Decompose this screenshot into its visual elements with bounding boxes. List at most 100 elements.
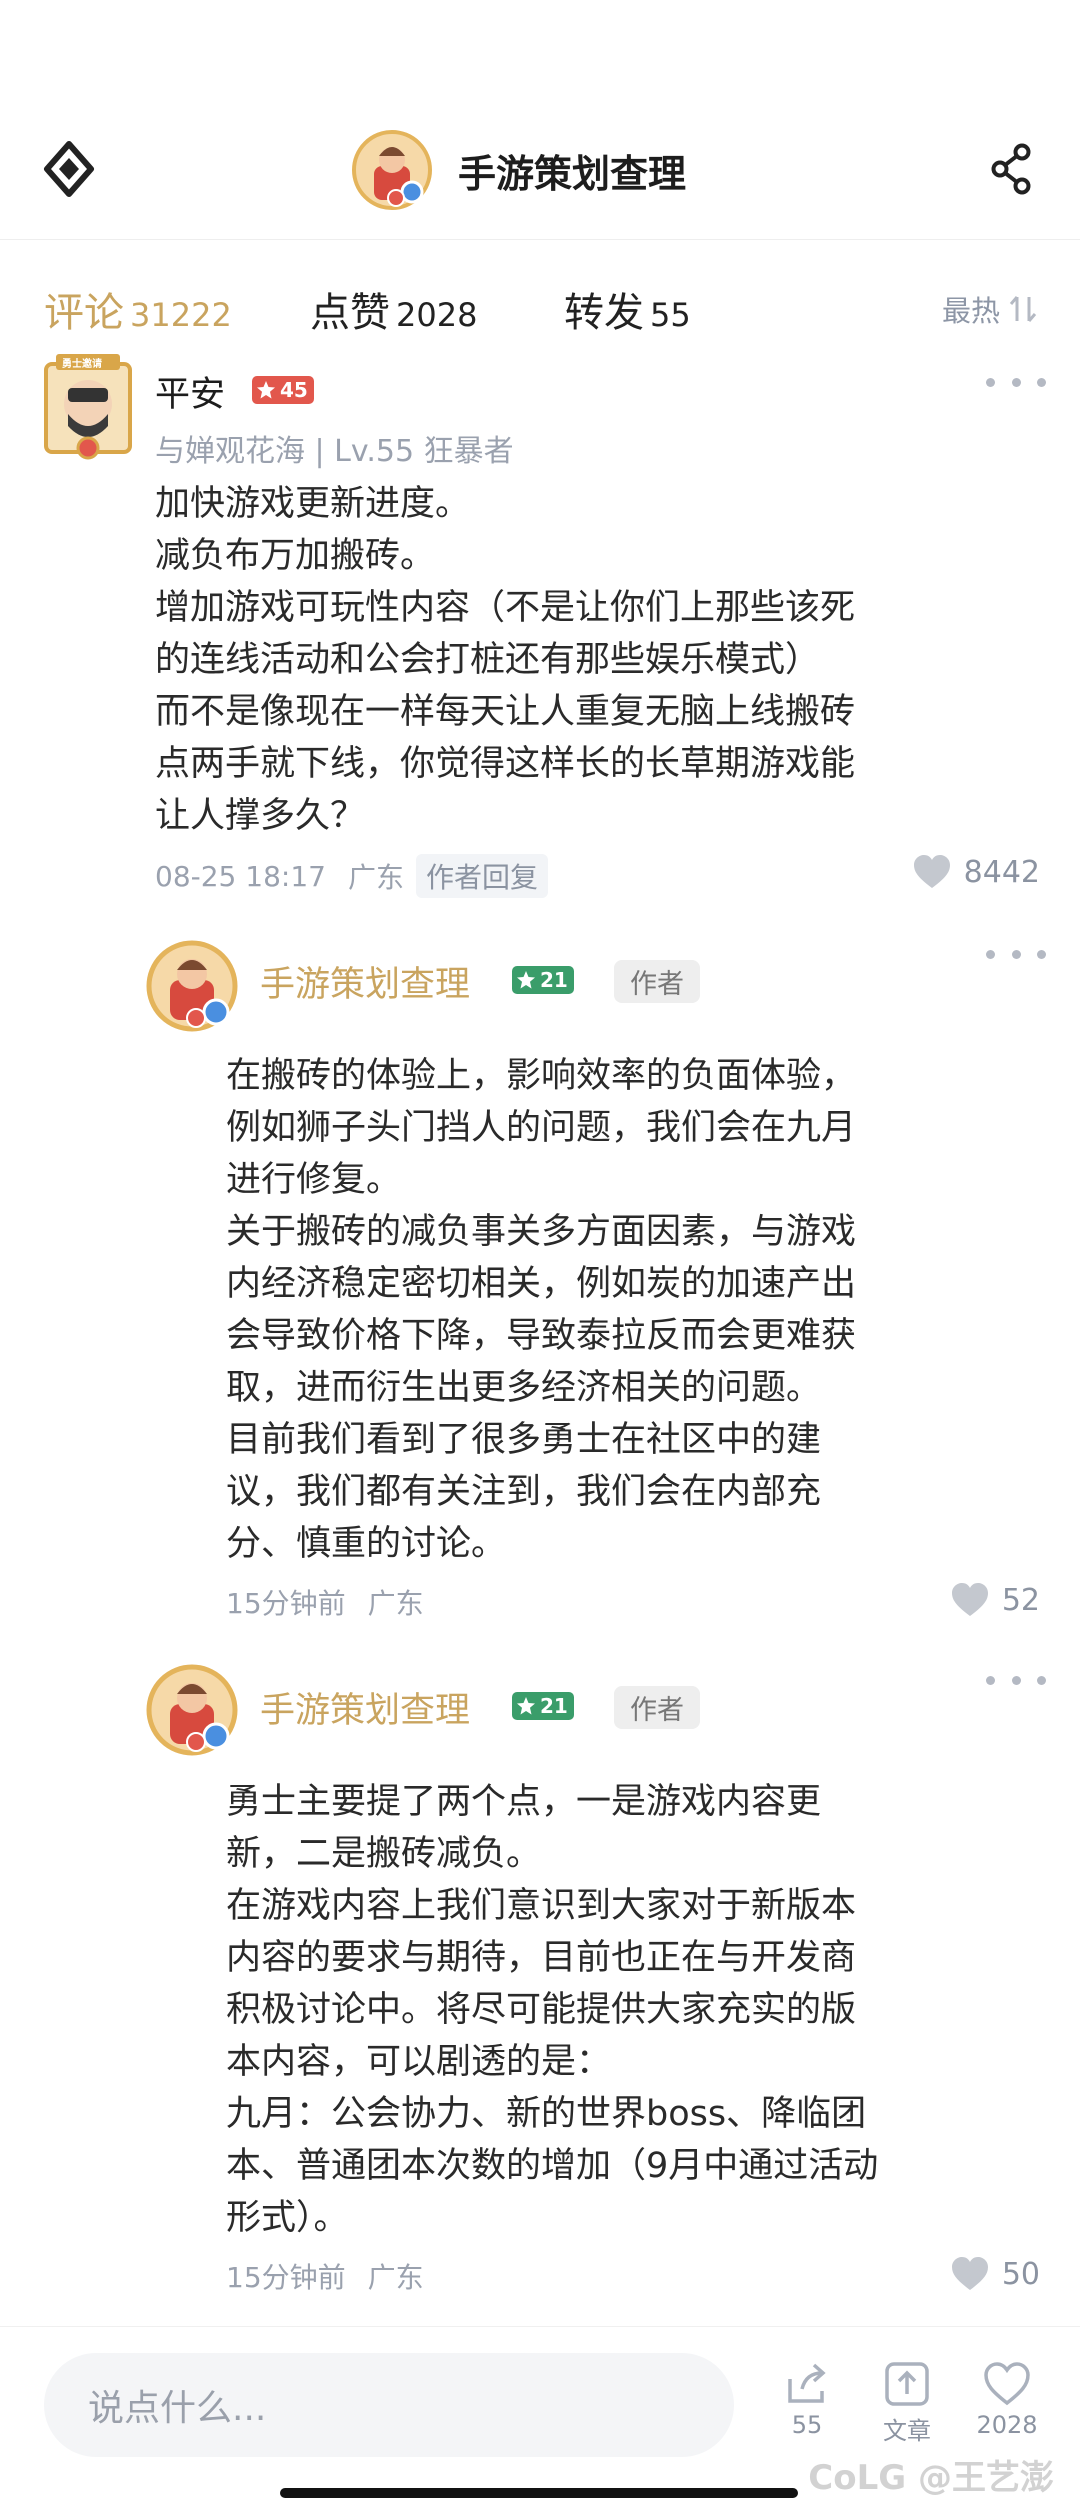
page-title: 手游策划查理 [458, 151, 687, 196]
article-label: 文章 [883, 2417, 931, 2445]
more-options-button[interactable] [986, 372, 1046, 392]
reply-line: 本内容，可以剧透的是： [226, 2042, 612, 2082]
commenter-name[interactable]: 平安 [155, 366, 225, 417]
more-options-button[interactable] [986, 944, 1046, 964]
region: 广东 [367, 1587, 424, 1620]
reply-line: 在搬砖的体验上，影响效率的负面体验， [226, 1056, 857, 1096]
reply-meta: 15分钟前 广东 [226, 1582, 424, 1622]
reply-line: 本、普通团本次数的增加（9月中通过活动 [226, 2146, 879, 2186]
bottom-like-count: 2028 [976, 2411, 1038, 2439]
heart-icon [951, 2257, 988, 2290]
level-badge: 21 [512, 966, 574, 994]
bottom-like-button[interactable]: 2028 [962, 2361, 1052, 2439]
avatar-banner-text: 勇士邀请 [62, 359, 102, 370]
share-icon [991, 143, 1031, 195]
author-tag: 作者 [614, 960, 700, 1003]
reply-line: 新，二是搬砖减负。 [226, 1834, 542, 1874]
watermark: CoLG @王艺澎 [808, 2458, 1054, 2498]
like-count: 50 [1001, 2256, 1040, 2292]
reply-avatar[interactable] [146, 1664, 238, 1756]
reply-line: 目前我们看到了很多勇士在社区中的建 [226, 1420, 822, 1460]
comment-body: 加快游戏更新进度。 减负布万加搬砖。 增加游戏可玩性内容（不是让你们上那些该死 … [155, 478, 855, 842]
timestamp: 15分钟前 [226, 1587, 346, 1620]
level-badge: 21 [512, 1692, 574, 1720]
author-header[interactable]: 手游策划查理 [352, 122, 686, 218]
reply-line: 积极讨论中。将尽可能提供大家充实的版 [226, 1990, 857, 2030]
reply-line: 例如狮子头门挡人的问题，我们会在九月 [226, 1108, 857, 1148]
tab-comments[interactable]: 评论 31222 [44, 280, 232, 338]
tab-label: 点赞 [310, 290, 390, 336]
like-button[interactable]: 52 [950, 1582, 1040, 1618]
tab-reposts[interactable]: 转发 55 [564, 280, 691, 338]
reply-line: 会导致价格下降，导致泰拉反而会更难获 [226, 1316, 857, 1356]
comment-line: 加快游戏更新进度。 [155, 484, 471, 524]
tab-label: 转发 [564, 290, 644, 336]
reply-line: 形式）。 [226, 2198, 349, 2238]
heart-icon [913, 855, 950, 888]
level-badge: 45 [252, 376, 314, 404]
like-button[interactable]: 50 [950, 2256, 1040, 2292]
region: 广东 [367, 2261, 424, 2294]
timestamp: 08-25 18:17 [155, 859, 326, 893]
tab-count: 2028 [396, 296, 478, 334]
comment-line: 而不是像现在一样每天让人重复无脑上线搬砖 [155, 692, 856, 732]
reply-line: 勇士主要提了两个点，一是游戏内容更 [226, 1782, 822, 1822]
comment-line: 减负布万加搬砖。 [155, 536, 436, 576]
region: 广东 [347, 861, 404, 894]
reply-author-name[interactable]: 手游策划查理 [260, 1682, 470, 1733]
reply-line: 在游戏内容上我们意识到大家对于新版本 [226, 1886, 857, 1926]
share-button[interactable] [976, 134, 1046, 204]
article-button[interactable]: 文章 [862, 2361, 952, 2446]
comment-line: 的连线活动和公会打桩还有那些娱乐模式） [155, 640, 821, 680]
tab-count: 55 [650, 296, 691, 334]
top-bar: 手游策划查理 [0, 120, 1080, 240]
tab-label: 评论 [44, 290, 124, 336]
reply-line: 进行修复。 [226, 1160, 402, 1200]
reply-avatar[interactable] [146, 940, 238, 1032]
heart-outline-icon [984, 2362, 1030, 2406]
reply-line: 取，进而衍生出更多经济相关的问题。 [226, 1368, 822, 1408]
level-badge-number: 21 [540, 968, 568, 992]
star-icon [517, 971, 535, 989]
heart-icon [951, 1583, 988, 1616]
tab-bar: 评论 31222 点赞 2028 转发 55 最热 [0, 272, 1080, 342]
reply-line: 分、慎重的讨论。 [226, 1524, 507, 1564]
back-button[interactable] [34, 134, 104, 204]
timestamp: 15分钟前 [226, 2261, 346, 2294]
comment-meta: 08-25 18:17 广东 作者回复 [155, 854, 548, 898]
author-replied-tag: 作者回复 [415, 854, 548, 898]
like-count: 8442 [963, 854, 1040, 890]
reply-line: 议，我们都有关注到，我们会在内部充 [226, 1472, 822, 1512]
star-icon [257, 381, 275, 399]
reply-body: 勇士主要提了两个点，一是游戏内容更 新，二是搬砖减负。 在游戏内容上我们意识到大… [226, 1776, 878, 2244]
comment-input[interactable]: 说点什么... [44, 2353, 734, 2457]
commenter-avatar[interactable]: 勇士邀请 [42, 352, 134, 462]
commenter-subtitle: 与婵观花海 | Lv.55 狂暴者 [155, 434, 514, 469]
reply-author-name[interactable]: 手游策划查理 [260, 956, 470, 1007]
repost-icon [788, 2363, 826, 2403]
repost-button[interactable]: 55 [762, 2361, 852, 2439]
sort-label: 最热 [941, 294, 1000, 328]
comment-line: 让人撑多久？ [155, 796, 366, 836]
like-button[interactable]: 8442 [912, 854, 1040, 890]
like-count: 52 [1001, 1582, 1040, 1618]
repost-count: 55 [791, 2411, 823, 2439]
reply-line: 内经济稳定密切相关，例如炭的加速产出 [226, 1264, 857, 1304]
author-avatar[interactable] [352, 130, 432, 210]
author-tag: 作者 [614, 1686, 700, 1729]
reply-line: 内容的要求与期待，目前也正在与开发商 [226, 1938, 857, 1978]
sort-arrows-icon [1009, 296, 1037, 322]
upload-box-icon [885, 2362, 929, 2406]
reply-meta: 15分钟前 广东 [226, 2256, 424, 2296]
reply-line: 九月：公会协力、新的世界boss、降临团 [226, 2094, 867, 2134]
reply-body: 在搬砖的体验上，影响效率的负面体验， 例如狮子头门挡人的问题，我们会在九月 进行… [226, 1050, 856, 1570]
more-options-button[interactable] [986, 1670, 1046, 1690]
tab-likes[interactable]: 点赞 2028 [310, 280, 477, 338]
sort-toggle[interactable]: 最热 [942, 288, 1040, 330]
reply-line: 关于搬砖的减负事关多方面因素，与游戏 [226, 1212, 857, 1252]
level-badge-number: 45 [280, 378, 308, 402]
star-icon [517, 1697, 535, 1715]
comment-line: 点两手就下线，你觉得这样长的长草期游戏能 [155, 744, 856, 784]
tab-count: 31222 [130, 296, 232, 334]
level-badge-number: 21 [540, 1694, 568, 1718]
